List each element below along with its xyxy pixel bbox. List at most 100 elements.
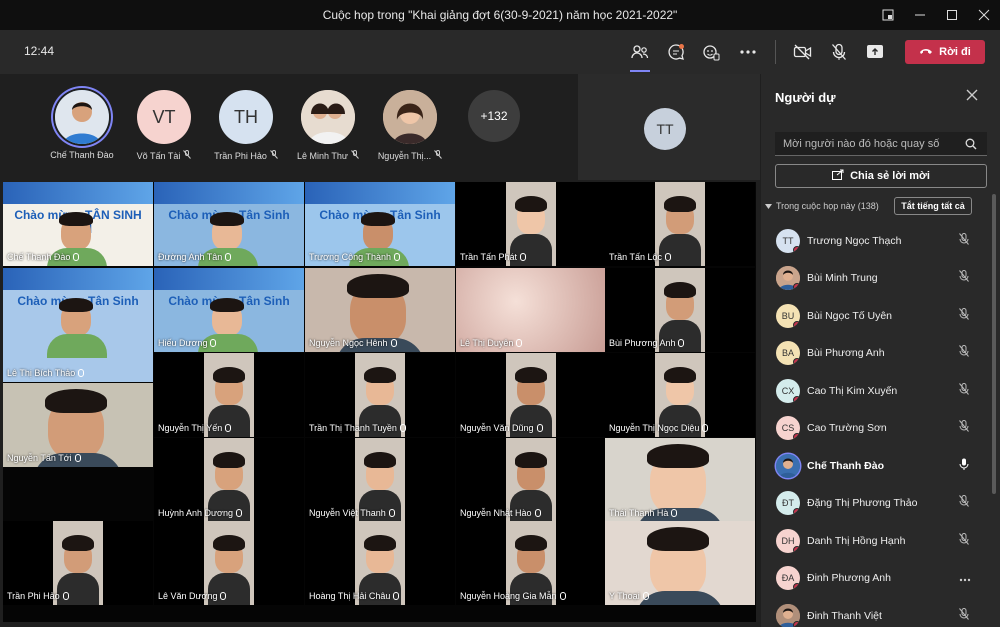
meeting-toolbar: 12:44 Rời đi	[0, 30, 1000, 74]
mic-muted-icon	[78, 369, 85, 377]
video-tile[interactable]: Thái Thanh Hà	[605, 438, 755, 522]
mic-muted-icon	[183, 150, 192, 161]
mic-muted-icon[interactable]	[959, 269, 969, 287]
video-tile[interactable]: Nguyễn Thị Ngọc Diệu	[605, 353, 755, 437]
mute-all-button[interactable]: Tắt tiếng tất cả	[894, 197, 972, 215]
mic-muted-icon	[225, 253, 232, 261]
video-tile[interactable]: Lê Văn Dương	[154, 521, 304, 605]
mic-muted-icon	[516, 339, 523, 347]
reactions-icon[interactable]	[697, 38, 725, 66]
participant-row[interactable]: ĐT Đặng Thị Phương Thảo	[761, 485, 1000, 523]
tile-name: Trần Tấn Phát	[460, 252, 518, 262]
leave-label: Rời đi	[939, 46, 971, 58]
mic-muted-icon	[225, 424, 232, 432]
mic-muted-icon[interactable]	[959, 232, 969, 250]
in-meeting-section-toggle[interactable]: Trong cuộc họp này (138)	[765, 201, 879, 211]
tile-name-label: Nguyễn Ngọc Hênh	[309, 338, 397, 348]
strip-participant[interactable]: TH Trần Phi Hảo	[206, 90, 286, 161]
mic-muted-icon[interactable]	[959, 382, 969, 400]
participant-row[interactable]: CX Cao Thị Kim Xuyến	[761, 372, 1000, 410]
mic-muted-icon	[671, 509, 678, 517]
video-tile[interactable]: Chào mừng Tân Sinh ViênLê Thị Bích Thảo	[3, 268, 153, 382]
strip-participant[interactable]: VT Võ Tấn Tài	[124, 90, 204, 161]
avatar	[776, 603, 800, 627]
mic-off-icon[interactable]	[825, 38, 853, 66]
participant-row[interactable]: ĐA Đinh Phương Anh	[761, 560, 1000, 598]
presence-dot	[793, 358, 800, 366]
presence-dot	[793, 508, 800, 516]
tile-name: Nguyễn Thị Ngọc Diệu	[609, 423, 700, 433]
video-grid: Chào mừng TÂN SINH VIÊNChế Thanh ĐàoChào…	[3, 182, 756, 622]
tile-name: Trương Công Thành	[309, 252, 391, 262]
tile-name: Hiếu Dương	[158, 338, 208, 348]
mic-muted-icon[interactable]	[959, 344, 969, 362]
people-icon[interactable]	[626, 38, 654, 72]
share-screen-icon[interactable]	[861, 38, 889, 66]
tile-name-label: Huỳnh Anh Dương	[158, 508, 242, 518]
video-tile[interactable]: Nguyễn Việt Thanh	[305, 438, 455, 522]
video-tile[interactable]: Bùi Phương Anh	[605, 268, 755, 352]
picture-in-picture-icon[interactable]	[872, 0, 904, 30]
participant-row[interactable]: Chế Thanh Đào	[761, 447, 1000, 485]
avatar: TH	[219, 90, 273, 144]
video-tile[interactable]: Chào mừng Tân Sinh ViênĐường Anh Tân	[154, 182, 304, 266]
video-tile[interactable]: Trần Tấn Phát	[456, 182, 606, 266]
camera-off-icon[interactable]	[789, 38, 817, 66]
strip-name: Trần Phi Hảo	[214, 150, 267, 161]
video-tile[interactable]: Nguyễn Văn Dũng	[456, 353, 606, 437]
video-tile[interactable]: Nguyễn Tấn Tới	[3, 383, 153, 467]
video-tile[interactable]: Nguyễn Hoàng Gia Mẫn	[456, 521, 606, 605]
participant-row[interactable]: CS Cao Trường Sơn	[761, 410, 1000, 448]
avatar: VT	[137, 90, 191, 144]
search-icon[interactable]	[965, 137, 977, 155]
participant-row[interactable]: Đinh Thanh Việt	[761, 597, 1000, 627]
close-window-icon[interactable]	[968, 0, 1000, 30]
share-invite-button[interactable]: Chia sẻ lời mời	[775, 164, 987, 188]
video-tile[interactable]: Chào mừng Tân Sinh ViênHiếu Dương	[154, 268, 304, 352]
spotlight-tile[interactable]: TT	[578, 74, 760, 180]
close-icon[interactable]	[966, 88, 978, 104]
minimize-icon[interactable]	[904, 0, 936, 30]
more-options-icon[interactable]	[959, 569, 971, 587]
video-tile[interactable]: Trần Thị Thanh Tuyền	[305, 353, 455, 437]
video-tile[interactable]: Huỳnh Anh Dương	[154, 438, 304, 522]
presence-dot	[793, 245, 800, 253]
video-tile[interactable]: Trần Phi Hảo	[3, 521, 153, 605]
strip-participant[interactable]: Chế Thanh Đào	[42, 90, 122, 160]
chat-icon[interactable]	[662, 38, 690, 66]
invite-search-input[interactable]	[775, 132, 987, 156]
video-tile[interactable]: Chào mừng TÂN SINH VIÊNChế Thanh Đào	[3, 182, 153, 266]
mic-muted-icon[interactable]	[959, 419, 969, 437]
mic-muted-icon[interactable]	[959, 307, 969, 325]
participant-row[interactable]: DH Danh Thị Hồng Hạnh	[761, 522, 1000, 560]
video-tile[interactable]: Nguyễn Thị Yến	[154, 353, 304, 437]
maximize-icon[interactable]	[936, 0, 968, 30]
strip-participant[interactable]: Lê Minh Thư	[288, 90, 368, 161]
overflow-participants-button[interactable]: +132	[468, 90, 520, 142]
participant-name: Bùi Minh Trung	[807, 272, 878, 285]
mic-muted-icon[interactable]	[959, 494, 969, 512]
mic-muted-icon[interactable]	[959, 607, 969, 625]
participant-row[interactable]: BU Bùi Ngọc Tố Uyên	[761, 297, 1000, 335]
more-options-icon[interactable]	[734, 38, 762, 66]
strip-name: Lê Minh Thư	[297, 150, 348, 161]
leave-button[interactable]: Rời đi	[905, 40, 985, 64]
video-tile[interactable]: Nguyễn Nhật Hào	[456, 438, 606, 522]
video-tile[interactable]: Trần Tấn Lộc	[605, 182, 755, 266]
tile-name-label: Thái Thanh Hà	[609, 508, 678, 518]
video-tile[interactable]: Nguyễn Ngọc Hênh	[305, 268, 455, 352]
strip-participant[interactable]: Nguyễn Thị...	[370, 90, 450, 161]
participant-row[interactable]: TT Trương Ngọc Thạch	[761, 222, 1000, 260]
share-icon	[832, 169, 844, 183]
tile-name-label: Trương Công Thành	[309, 252, 400, 262]
video-tile[interactable]: Y Thoại	[605, 521, 755, 605]
video-tile[interactable]: Chào mừng Tân Sinh ViênTrương Công Thành	[305, 182, 455, 266]
video-tile[interactable]: Hoàng Thị Hải Châu	[305, 521, 455, 605]
participant-row[interactable]: BA Bùi Phương Anh	[761, 335, 1000, 373]
mic-on-icon[interactable]	[959, 457, 969, 475]
participant-row[interactable]: Bùi Minh Trung	[761, 260, 1000, 298]
presence-dot	[793, 395, 800, 403]
mic-muted-icon[interactable]	[959, 532, 969, 550]
window-title: Cuộc họp trong "Khai giảng đợt 6(30-9-20…	[322, 8, 678, 22]
video-tile[interactable]: Lê Thị Duyên	[456, 268, 606, 352]
